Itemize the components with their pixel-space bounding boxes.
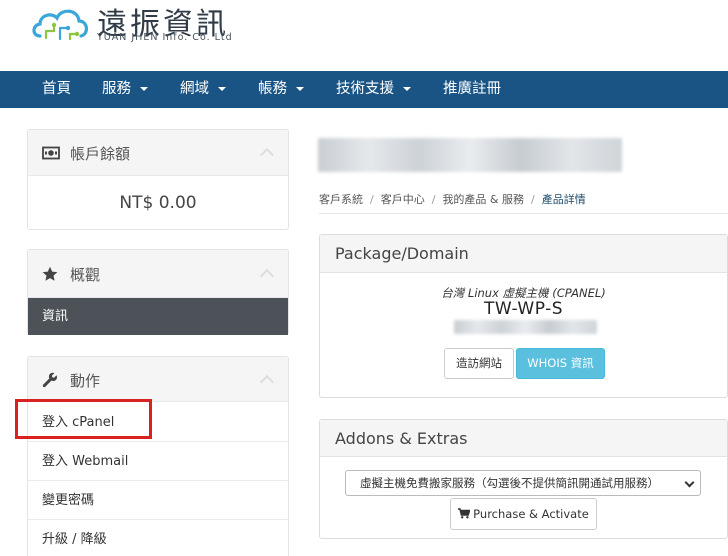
package-panel-title: Package/Domain	[335, 244, 469, 263]
action-upgrade-downgrade[interactable]: 升級 / 降級	[28, 520, 288, 556]
balance-panel: 帳戶餘額 NT$ 0.00	[27, 129, 289, 230]
balance-value: NT$ 0.00	[119, 193, 197, 213]
balance-panel-header[interactable]: 帳戶餘額	[28, 130, 288, 176]
nav-home[interactable]: 首頁	[42, 71, 71, 108]
actions-panel-header[interactable]: 動作	[28, 357, 288, 402]
breadcrumb-client-area[interactable]: 客戶系統	[319, 193, 363, 206]
money-icon	[42, 146, 60, 160]
wrench-icon	[42, 372, 58, 388]
actions-panel-title: 動作	[70, 372, 101, 390]
nav-affiliates-label: 推廣註冊	[443, 81, 501, 97]
package-panel-header: Package/Domain	[320, 235, 727, 273]
product-name: TW-WP-S	[483, 299, 564, 319]
breadcrumb-client-center[interactable]: 客戶中心	[381, 193, 425, 206]
addon-select-value: 虛擬主機免費搬家服務（勾選後不提供簡訊開通試用服務）	[360, 476, 659, 490]
nav-services-label: 服務	[102, 81, 131, 97]
logo-subtitle: YUAN JHEN Info. Co. Ltd	[97, 32, 233, 43]
balance-panel-title: 帳戶餘額	[70, 145, 131, 163]
caret-down-icon	[403, 87, 411, 91]
actions-panel: 動作 登入 cPanel 登入 Webmail 變更密碼 升級 / 降級	[27, 356, 289, 556]
chevron-up-icon[interactable]	[259, 147, 275, 163]
nav-affiliates[interactable]: 推廣註冊	[443, 71, 501, 108]
nav-support[interactable]: 技術支援	[336, 71, 411, 108]
purchase-activate-button[interactable]: Purchase & Activate	[450, 498, 597, 530]
nav-billing-label: 帳務	[258, 81, 287, 97]
breadcrumb: 客戶系統 / 客戶中心 / 我的產品 & 服務 / 產品詳情	[319, 193, 586, 206]
domain-title-redacted	[318, 138, 622, 172]
caret-down-icon	[140, 87, 148, 91]
whois-info-button[interactable]: WHOIS 資訊	[516, 348, 605, 379]
main-navbar: 首頁 服務 網域 帳務 技術支援 推廣註冊	[0, 71, 728, 108]
nav-support-label: 技術支援	[336, 81, 394, 97]
chevron-up-icon[interactable]	[259, 374, 275, 390]
star-icon	[42, 266, 58, 281]
chevron-up-icon[interactable]	[259, 268, 275, 284]
shopping-cart-icon	[458, 508, 471, 519]
addons-panel-title: Addons & Extras	[335, 429, 468, 448]
overview-panel: 概觀 資訊	[27, 249, 289, 335]
sidebar-item-information[interactable]: 資訊	[28, 298, 288, 335]
breadcrumb-product-details: 產品詳情	[541, 193, 586, 206]
visit-website-button[interactable]: 造訪網站	[444, 348, 514, 379]
domain-name-redacted	[454, 320, 597, 334]
chevron-down-icon	[684, 477, 695, 488]
purchase-activate-label: Purchase & Activate	[473, 507, 589, 521]
nav-domains-label: 網域	[180, 81, 209, 97]
nav-home-label: 首頁	[42, 81, 71, 97]
action-login-webmail[interactable]: 登入 Webmail	[28, 442, 288, 481]
nav-services[interactable]: 服務	[102, 71, 148, 108]
addon-select[interactable]: 虛擬主機免費搬家服務（勾選後不提供簡訊開通試用服務）	[345, 470, 701, 496]
breadcrumb-my-products[interactable]: 我的產品 & 服務	[442, 193, 524, 206]
highlight-box	[15, 399, 152, 439]
breadcrumb-divider	[319, 213, 728, 214]
nav-billing[interactable]: 帳務	[258, 71, 304, 108]
overview-panel-title: 概觀	[70, 266, 101, 284]
package-domain-panel: Package/Domain 台灣 Linux 虛擬主機 (CPANEL) TW…	[319, 234, 728, 398]
cloud-circuit-logo-icon[interactable]	[30, 4, 92, 44]
nav-domains[interactable]: 網域	[180, 71, 226, 108]
addons-panel-header: Addons & Extras	[320, 420, 727, 457]
action-change-password[interactable]: 變更密碼	[28, 481, 288, 520]
caret-down-icon	[218, 87, 226, 91]
overview-panel-header[interactable]: 概觀	[28, 250, 288, 298]
caret-down-icon	[296, 87, 304, 91]
site-header: 遠振資訊 YUAN JHEN Info. Co. Ltd	[0, 0, 728, 71]
